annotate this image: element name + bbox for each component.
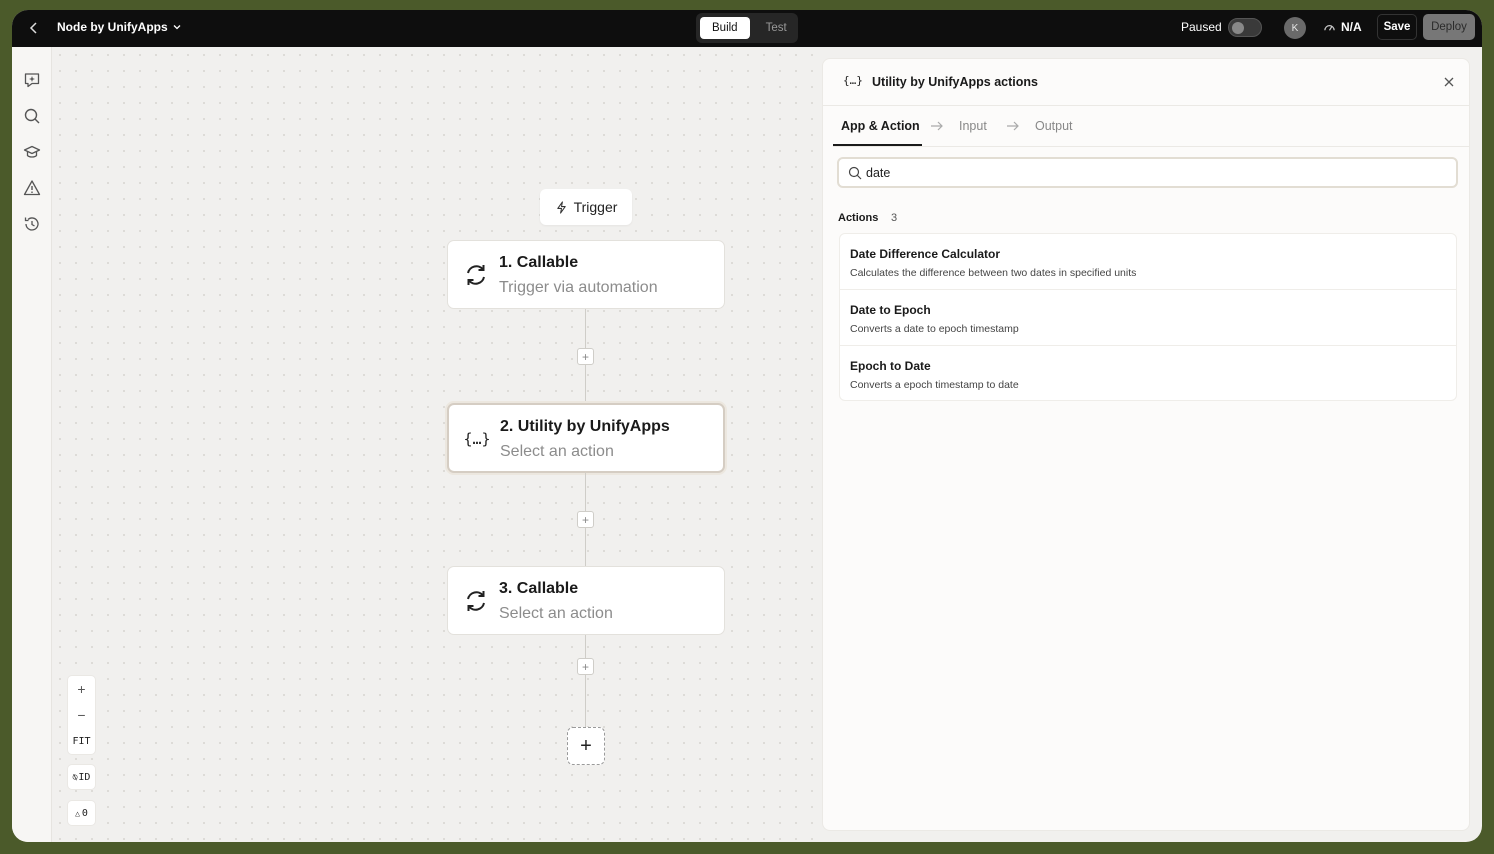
warning-icon[interactable] bbox=[23, 179, 41, 197]
warnings-button[interactable]: △ 0 bbox=[67, 800, 96, 826]
performance-indicator[interactable]: N/A bbox=[1323, 20, 1362, 34]
mode-switch: Build Test bbox=[696, 13, 798, 43]
app-title-dropdown[interactable]: Node by UnifyApps bbox=[57, 20, 182, 34]
add-step-button[interactable]: + bbox=[577, 658, 594, 675]
sync-icon bbox=[462, 261, 490, 289]
hide-icon: ⍉ bbox=[72, 772, 78, 782]
zoom-in-button[interactable]: + bbox=[68, 676, 95, 702]
left-rail bbox=[12, 47, 52, 842]
search-value: date bbox=[866, 166, 891, 180]
action-title: Epoch to Date bbox=[850, 359, 931, 373]
close-icon[interactable] bbox=[1443, 76, 1455, 88]
search-icon bbox=[848, 166, 862, 180]
panel-header: {…} Utility by UnifyApps actions bbox=[823, 59, 1469, 106]
deploy-button[interactable]: Deploy bbox=[1423, 14, 1475, 40]
actions-heading: Actions bbox=[838, 212, 879, 224]
add-step-button[interactable]: + bbox=[577, 348, 594, 365]
add-final-step-button[interactable]: + bbox=[567, 727, 605, 765]
zoom-out-button[interactable]: − bbox=[68, 702, 95, 728]
tab-test[interactable]: Test bbox=[754, 17, 799, 39]
workflow-canvas[interactable]: Trigger 1. Callable Trigger via automati… bbox=[52, 47, 822, 842]
workflow-node-2[interactable]: {…} 2. Utility by UnifyApps Select an ac… bbox=[447, 403, 725, 473]
paused-toggle[interactable] bbox=[1228, 18, 1262, 37]
node-subtitle: Trigger via automation bbox=[499, 279, 658, 296]
action-title: Date Difference Calculator bbox=[850, 247, 1001, 261]
tab-output[interactable]: Output bbox=[1035, 119, 1073, 133]
action-description: Converts a epoch timestamp to date bbox=[850, 379, 1019, 391]
braces-icon: {…} bbox=[463, 430, 491, 448]
warning-icon: △ bbox=[75, 808, 80, 818]
chevron-left-icon bbox=[29, 22, 37, 34]
arrow-right-icon bbox=[931, 121, 943, 131]
node-title: 3. Callable bbox=[499, 580, 579, 597]
node-title: 2. Utility by UnifyApps bbox=[500, 418, 670, 435]
action-description: Converts a date to epoch timestamp bbox=[850, 323, 1019, 335]
paused-label: Paused bbox=[1181, 20, 1222, 34]
app-title: Node by UnifyApps bbox=[57, 20, 168, 34]
app-window: Node by UnifyApps Build Test Paused K N/… bbox=[12, 10, 1482, 842]
search-icon[interactable] bbox=[23, 107, 41, 125]
action-item-date-difference[interactable]: Date Difference Calculator Calculates th… bbox=[840, 234, 1456, 290]
gauge-icon bbox=[1324, 24, 1335, 31]
ai-chat-icon[interactable] bbox=[23, 71, 41, 89]
zoom-controls: + − FIT bbox=[67, 675, 96, 755]
avatar[interactable]: K bbox=[1284, 17, 1306, 39]
action-description: Calculates the difference between two da… bbox=[850, 267, 1137, 279]
panel-title: Utility by UnifyApps actions bbox=[872, 75, 1038, 89]
lightning-icon bbox=[556, 200, 566, 214]
chevron-down-icon bbox=[173, 25, 181, 30]
trigger-label: Trigger bbox=[573, 199, 618, 215]
node-title: 1. Callable bbox=[499, 254, 579, 271]
tab-input[interactable]: Input bbox=[959, 119, 987, 133]
add-step-button[interactable]: + bbox=[577, 511, 594, 528]
actions-count: 3 bbox=[891, 212, 898, 224]
top-bar: Node by UnifyApps Build Test Paused K N/… bbox=[12, 10, 1482, 47]
action-item-epoch-to-date[interactable]: Epoch to Date Converts a epoch timestamp… bbox=[840, 346, 1456, 402]
workflow-node-3[interactable]: 3. Callable Select an action bbox=[447, 566, 725, 635]
step-tabs: App & Action Input Output bbox=[833, 106, 1469, 147]
learn-icon[interactable] bbox=[23, 143, 41, 161]
active-tab-indicator bbox=[833, 144, 922, 146]
history-icon[interactable] bbox=[23, 215, 41, 233]
actions-list: Date Difference Calculator Calculates th… bbox=[839, 233, 1457, 401]
node-subtitle: Select an action bbox=[500, 443, 614, 460]
tab-app-action[interactable]: App & Action bbox=[841, 119, 920, 133]
actions-panel: {…} Utility by UnifyApps actions App & A… bbox=[822, 58, 1470, 831]
id-label: ID bbox=[78, 771, 91, 783]
trigger-button[interactable]: Trigger bbox=[540, 189, 632, 225]
braces-icon: {…} bbox=[843, 74, 863, 87]
save-button[interactable]: Save bbox=[1377, 14, 1417, 40]
fit-button[interactable]: FIT bbox=[68, 728, 95, 754]
performance-value: N/A bbox=[1341, 20, 1362, 34]
arrow-right-icon bbox=[1007, 121, 1019, 131]
action-item-date-to-epoch[interactable]: Date to Epoch Converts a date to epoch t… bbox=[840, 290, 1456, 346]
tab-build[interactable]: Build bbox=[700, 17, 750, 39]
action-search-input[interactable]: date bbox=[837, 157, 1458, 188]
node-subtitle: Select an action bbox=[499, 605, 613, 622]
toggle-ids-button[interactable]: ⍉ ID bbox=[67, 764, 96, 790]
warnings-count: 0 bbox=[81, 807, 88, 819]
connector-line bbox=[585, 635, 586, 727]
workflow-node-1[interactable]: 1. Callable Trigger via automation bbox=[447, 240, 725, 309]
action-title: Date to Epoch bbox=[850, 303, 931, 317]
sync-icon bbox=[462, 587, 490, 615]
back-button[interactable] bbox=[26, 20, 42, 36]
